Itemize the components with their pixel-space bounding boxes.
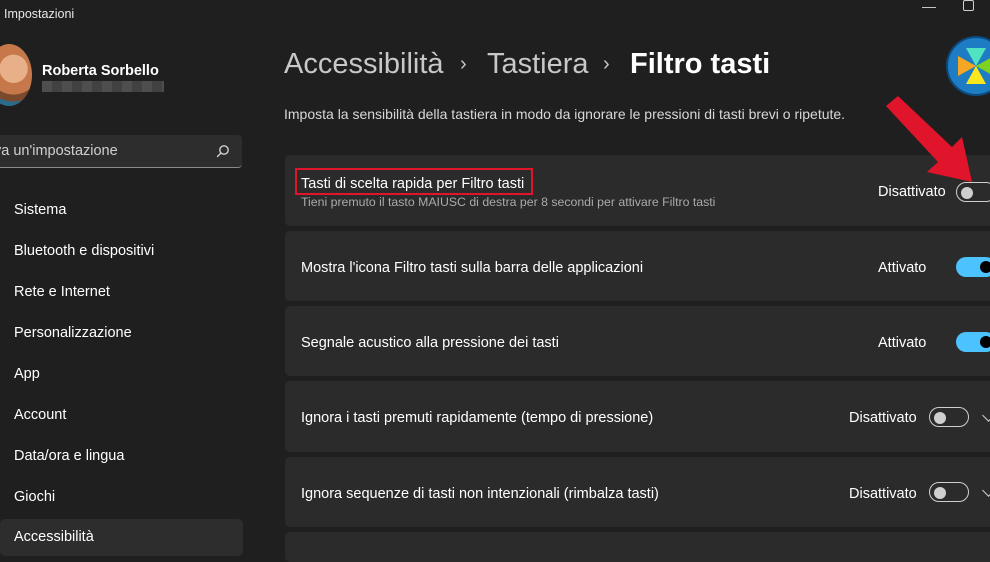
- sidebar-item-label: Accessibilità: [14, 529, 94, 545]
- sidebar-item-label: Account: [14, 407, 67, 423]
- toggle-knob: [961, 187, 973, 199]
- page-description: Imposta la sensibilità della tastiera in…: [284, 106, 846, 122]
- toggle-knob: [934, 487, 946, 499]
- sidebar-item-label: Rete e Internet: [14, 284, 110, 300]
- logo-icon: [958, 48, 990, 84]
- search-icon[interactable]: [216, 144, 230, 158]
- setting-card-beep: Segnale acustico alla pressione dei tast…: [285, 306, 990, 376]
- search-input[interactable]: va un'impostazione: [0, 143, 118, 159]
- maximize-button[interactable]: [963, 0, 974, 11]
- sidebar-item-giochi[interactable]: Giochi: [0, 479, 243, 516]
- red-arrow-icon: [886, 96, 972, 182]
- user-name: Roberta Sorbello: [42, 63, 159, 79]
- sidebar-item-personalizzazione[interactable]: Personalizzazione: [0, 315, 243, 352]
- setting-title: Segnale acustico alla pressione dei tast…: [301, 335, 559, 351]
- setting-card-slow-keys[interactable]: Ignora i tasti premuti rapidamente (temp…: [285, 381, 990, 452]
- toggle-taskbar-icon[interactable]: [956, 257, 990, 277]
- toggle-state-label: Attivato: [878, 260, 927, 276]
- setting-card-partial: [285, 532, 990, 562]
- sidebar-item-label: Bluetooth e dispositivi: [14, 243, 155, 259]
- breadcrumb-accessibilita[interactable]: Accessibilità: [284, 48, 444, 81]
- toggle-knob: [980, 336, 990, 348]
- user-email-redacted: [42, 81, 164, 92]
- chevron-down-icon[interactable]: [982, 484, 990, 497]
- window-title: Impostazioni: [4, 7, 75, 21]
- search-box[interactable]: va un'impostazione: [0, 135, 242, 168]
- setting-card-bounce-keys[interactable]: Ignora sequenze di tasti non intenzional…: [285, 457, 990, 527]
- sidebar-item-data-ora[interactable]: Data/ora e lingua: [0, 438, 243, 475]
- sidebar-item-label: App: [14, 366, 40, 382]
- chevron-right-icon: ›: [460, 53, 467, 75]
- setting-title: Ignora sequenze di tasti non intenzional…: [301, 486, 659, 502]
- sidebar-item-accessibilita[interactable]: Accessibilità: [0, 519, 243, 556]
- channel-logo: [946, 36, 990, 96]
- sidebar-item-label: Data/ora e lingua: [14, 448, 125, 464]
- minimize-button[interactable]: —: [922, 0, 936, 14]
- breadcrumb-tastiera[interactable]: Tastiera: [487, 48, 589, 81]
- avatar[interactable]: [0, 44, 32, 106]
- toggle-beep[interactable]: [956, 332, 990, 352]
- annotation-highlight-box: [295, 168, 533, 195]
- toggle-slow-keys[interactable]: [929, 407, 969, 427]
- sidebar-item-label: Personalizzazione: [14, 325, 132, 341]
- sidebar-item-label: Sistema: [14, 202, 67, 218]
- toggle-knob: [934, 412, 946, 424]
- setting-title: Ignora i tasti premuti rapidamente (temp…: [301, 410, 654, 426]
- chevron-down-icon[interactable]: [982, 409, 990, 422]
- sidebar-item-account[interactable]: Account: [0, 397, 243, 434]
- sidebar-item-rete[interactable]: Rete e Internet: [0, 274, 243, 311]
- sidebar-item-sistema[interactable]: Sistema: [0, 192, 243, 229]
- chevron-right-icon: ›: [603, 53, 610, 75]
- sidebar-item-label: Giochi: [14, 489, 56, 505]
- toggle-knob: [980, 261, 990, 273]
- setting-subtitle: Tieni premuto il tasto MAIUSC di destra …: [301, 195, 716, 209]
- setting-title: Mostra l'icona Filtro tasti sulla barra …: [301, 260, 644, 276]
- title-bar: Impostazioni —: [0, 0, 990, 30]
- toggle-state-label: Attivato: [878, 335, 927, 351]
- page-title: Filtro tasti: [630, 48, 771, 80]
- toggle-bounce-keys[interactable]: [929, 482, 969, 502]
- toggle-state-label: Disattivato: [849, 410, 917, 426]
- sidebar-item-bluetooth[interactable]: Bluetooth e dispositivi: [0, 233, 243, 270]
- setting-card-taskbar-icon: Mostra l'icona Filtro tasti sulla barra …: [285, 231, 990, 301]
- sidebar-item-app[interactable]: App: [0, 356, 243, 393]
- toggle-state-label: Disattivato: [849, 486, 917, 502]
